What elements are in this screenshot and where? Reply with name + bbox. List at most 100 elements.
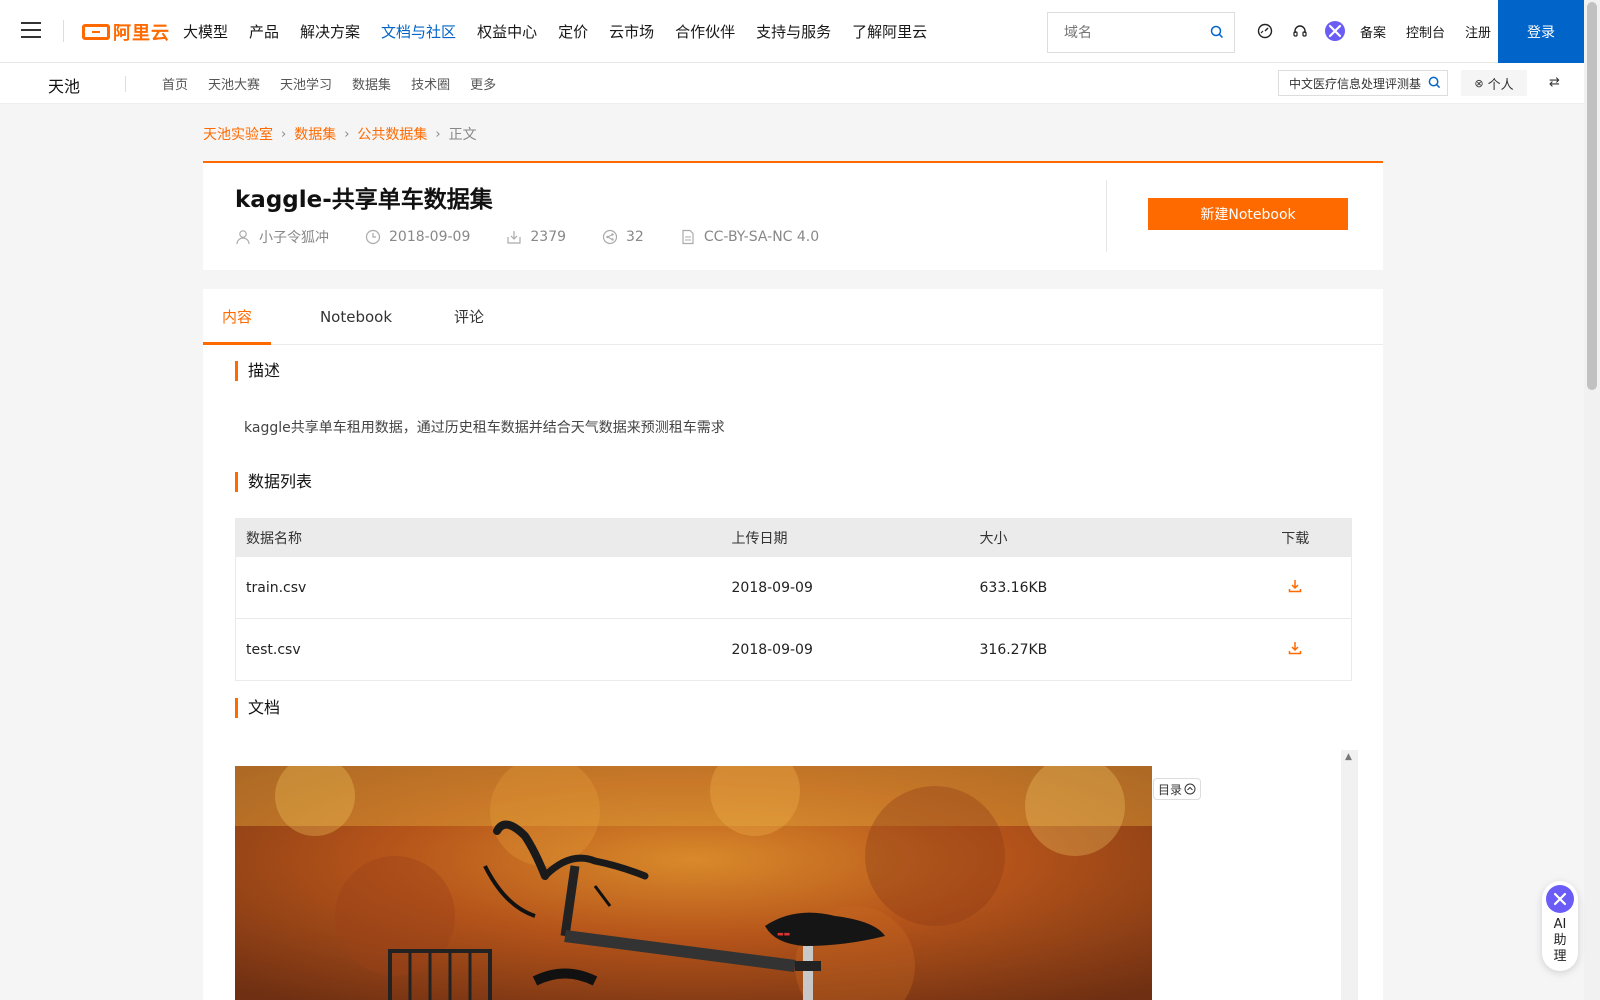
document-icon	[682, 229, 694, 245]
tab-bar: 内容 Notebook 评论	[203, 289, 1383, 345]
subnav-item-competitions[interactable]: 天池大赛	[208, 74, 260, 93]
bike-illustration: ▬▬	[235, 766, 1152, 1000]
download-cell	[1239, 618, 1352, 681]
bike-photo: ▬▬	[235, 766, 1152, 1000]
nav-item-llm[interactable]: 大模型	[183, 21, 228, 42]
nav-item-benefits[interactable]: 权益中心	[477, 21, 537, 42]
tab-notebook[interactable]: Notebook	[311, 289, 401, 345]
page-scrollbar[interactable]	[1584, 0, 1600, 1000]
file-name: test.csv	[235, 618, 722, 681]
scrollbar-thumb[interactable]	[1587, 2, 1597, 390]
divider	[1106, 180, 1107, 252]
subnav-item-datasets[interactable]: 数据集	[352, 74, 391, 93]
content-card: 内容 Notebook 评论 描述 kaggle共享单车租用数据，通过历史租车数…	[203, 289, 1383, 1000]
breadcrumb-item-public-datasets[interactable]: 公共数据集	[357, 124, 427, 144]
toc-button[interactable]: 目录	[1153, 778, 1202, 800]
logo-text: 阿里云	[113, 23, 170, 44]
breadcrumb-current: 正文	[448, 127, 477, 143]
dataset-title: kaggle-共享单车数据集	[235, 187, 493, 213]
toc-label: 目录	[1158, 782, 1183, 797]
nav-item-products[interactable]: 产品	[249, 21, 279, 42]
meta-downloads: 2379	[506, 229, 566, 245]
dashboard-icon[interactable]	[1254, 20, 1276, 42]
download-icon	[507, 231, 521, 244]
ai-assistant-label: AI助理	[1553, 917, 1567, 964]
breadcrumb-item-lab[interactable]: 天池实验室	[203, 124, 273, 144]
subnav-item-home[interactable]: 首页	[162, 74, 188, 93]
section-title-data-list: 数据列表	[235, 472, 312, 492]
nav-item-pricing[interactable]: 定价	[558, 21, 588, 42]
sub-nav: 首页 天池大赛 天池学习 数据集 技术圈 更多	[162, 63, 516, 104]
user-icon	[236, 230, 250, 245]
subnav-item-tech-circle[interactable]: 技术圈	[411, 74, 450, 93]
publish-date: 2018-09-09	[389, 229, 471, 245]
chevron-right-icon: ›	[281, 126, 287, 142]
personal-label: 个人	[1487, 77, 1514, 93]
personal-button[interactable]: ⊗ 个人	[1461, 70, 1527, 96]
meta-author: 小子令狐冲	[235, 227, 329, 247]
ai-assistant-icon[interactable]	[1324, 20, 1346, 42]
tab-content[interactable]: 内容	[203, 289, 271, 345]
file-name: train.csv	[235, 556, 722, 619]
download-icon[interactable]	[1288, 641, 1302, 655]
search-input[interactable]	[1048, 13, 1198, 52]
aliyun-logo-icon	[82, 24, 110, 40]
aliyun-logo[interactable]: 阿里云	[82, 19, 170, 45]
clock-icon	[365, 229, 381, 245]
breadcrumb: 天池实验室 › 数据集 › 公共数据集 › 正文	[203, 124, 477, 144]
top-icon-group	[1254, 20, 1359, 42]
search-icon[interactable]	[1428, 76, 1441, 89]
hamburger-menu-icon[interactable]	[21, 22, 41, 40]
subnav-item-more[interactable]: 更多	[470, 74, 496, 93]
login-button[interactable]: 登录	[1498, 0, 1584, 63]
ai-logo-icon	[1546, 885, 1574, 913]
download-icon[interactable]	[1288, 579, 1302, 593]
tab-comments[interactable]: 评论	[439, 289, 499, 345]
switch-icon[interactable]: ⇄	[1549, 75, 1560, 90]
filing-link[interactable]: 备案	[1360, 22, 1386, 41]
chevron-right-icon: ›	[435, 126, 441, 142]
document-scrollbar[interactable]: ▲	[1341, 750, 1358, 1000]
nav-item-partners[interactable]: 合作伙伴	[675, 21, 735, 42]
column-header-size: 大小	[979, 530, 1008, 547]
scroll-up-arrow-icon[interactable]: ▲	[1345, 752, 1352, 762]
share-icon	[602, 229, 618, 245]
ai-assistant-widget[interactable]: AI助理	[1542, 881, 1578, 971]
nav-item-docs-community[interactable]: 文档与社区	[381, 21, 456, 42]
table-row: test.csv 2018-09-09 316.27KB	[235, 618, 1352, 681]
chevron-right-icon: ›	[344, 126, 350, 142]
tianchi-brand[interactable]: 天池	[48, 73, 80, 97]
sub-search-input[interactable]	[1279, 71, 1424, 95]
nav-item-solutions[interactable]: 解决方案	[300, 21, 360, 42]
nav-item-about[interactable]: 了解阿里云	[852, 21, 927, 42]
table-row: train.csv 2018-09-09 633.16KB	[235, 556, 1352, 619]
dataset-header-card: kaggle-共享单车数据集 小子令狐冲 2018-09-09 2379 32 …	[203, 161, 1383, 270]
register-link[interactable]: 注册	[1465, 22, 1491, 41]
nav-item-support[interactable]: 支持与服务	[756, 21, 831, 42]
headset-icon[interactable]	[1289, 20, 1311, 42]
breadcrumb-item-datasets[interactable]: 数据集	[294, 124, 336, 144]
table-header-row: 数据名称 上传日期 大小 下载	[235, 518, 1352, 557]
column-header-download: 下载	[1281, 530, 1310, 547]
file-size: 633.16KB	[969, 556, 1240, 619]
column-header-name: 数据名称	[246, 530, 302, 547]
subnav-item-learning[interactable]: 天池学习	[280, 74, 332, 93]
search-icon[interactable]	[1210, 25, 1224, 39]
file-size: 316.27KB	[969, 618, 1240, 681]
user-circle-icon: ⊗	[1474, 76, 1484, 90]
new-notebook-button[interactable]: 新建Notebook	[1148, 198, 1348, 230]
download-count: 2379	[530, 229, 567, 245]
author-name[interactable]: 小子令狐冲	[259, 227, 329, 247]
meta-shares: 32	[602, 229, 644, 245]
section-title-document: 文档	[235, 698, 280, 718]
file-date: 2018-09-09	[721, 556, 970, 619]
download-cell	[1239, 556, 1352, 619]
nav-item-marketplace[interactable]: 云市场	[609, 21, 654, 42]
divider	[125, 76, 126, 92]
top-navbar: 阿里云 大模型 产品 解决方案 文档与社区 权益中心 定价 云市场 合作伙伴 支…	[0, 0, 1584, 63]
divider	[63, 20, 64, 42]
share-count: 32	[626, 229, 644, 245]
svg-text:▬▬: ▬▬	[777, 930, 790, 938]
meta-license: CC-BY-SA-NC 4.0	[680, 229, 819, 245]
console-link[interactable]: 控制台	[1406, 22, 1445, 41]
